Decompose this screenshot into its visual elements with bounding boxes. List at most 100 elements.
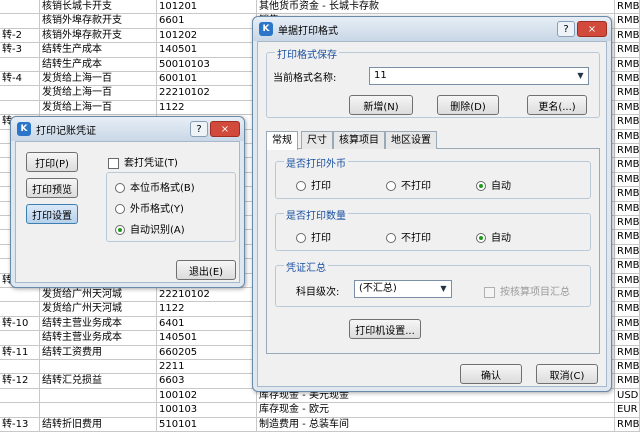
account-level-label: 科目级次: bbox=[296, 287, 340, 298]
radio-indicator bbox=[115, 225, 125, 235]
chevron-down-icon[interactable]: ▼ bbox=[573, 68, 588, 84]
close-button[interactable]: × bbox=[577, 21, 607, 37]
rename-format-button[interactable]: 更名(...) bbox=[527, 95, 587, 115]
foreign-auto-label: 自动 bbox=[491, 181, 511, 192]
table-cell: EUR bbox=[615, 403, 640, 418]
print-settings-button[interactable]: 打印设置 bbox=[26, 204, 78, 224]
table-cell: 核销外埠存款开支 bbox=[40, 28, 157, 43]
app-icon: K bbox=[17, 122, 31, 136]
table-cell: RMB bbox=[617, 115, 640, 130]
table-cell: RMB bbox=[617, 172, 640, 187]
table-cell: RMB bbox=[617, 100, 640, 115]
radio-foreign-currency[interactable]: 外币格式(Y) bbox=[115, 200, 184, 215]
checkbox-box bbox=[484, 286, 495, 298]
table-cell bbox=[0, 86, 40, 101]
qty-print-radio[interactable]: 打印 bbox=[296, 229, 331, 244]
printer-setup-button[interactable]: 打印机设置... bbox=[349, 319, 421, 339]
table-cell: 转-4 bbox=[0, 72, 40, 86]
tab-accounting-items[interactable]: 核算项目 bbox=[333, 131, 385, 149]
radio-indicator bbox=[386, 181, 396, 191]
table-cell bbox=[0, 388, 40, 403]
radio-indicator bbox=[476, 181, 486, 191]
ok-button[interactable]: 确认 bbox=[460, 364, 522, 384]
print-preview-button[interactable]: 打印预览 bbox=[26, 178, 78, 198]
radio-auto-label: 自动识别(A) bbox=[130, 225, 185, 236]
close-button[interactable]: × bbox=[210, 121, 240, 137]
qty-noprint-radio[interactable]: 不打印 bbox=[386, 229, 431, 244]
table-cell bbox=[0, 57, 40, 72]
help-button[interactable]: ? bbox=[557, 21, 575, 37]
table-cell: RMB bbox=[617, 273, 640, 288]
table-cell: RMB bbox=[617, 316, 640, 331]
help-button[interactable]: ? bbox=[190, 121, 208, 137]
table-cell: RMB bbox=[617, 0, 640, 14]
table-cell: 结转生产成本 bbox=[40, 57, 157, 72]
table-cell: RMB bbox=[617, 216, 640, 230]
tab-general[interactable]: 常规 bbox=[266, 131, 298, 150]
table-cell: RMB bbox=[617, 144, 640, 158]
table-cell: USD bbox=[617, 388, 640, 403]
summary-by-item-checkbox[interactable]: 按核算项目汇总 bbox=[484, 283, 570, 298]
cancel-button[interactable]: 取消(C) bbox=[536, 364, 598, 384]
table-cell: RMB bbox=[617, 187, 640, 202]
delete-format-button[interactable]: 删除(D) bbox=[437, 95, 499, 115]
print-format-titlebar: K 单据打印格式 ? × bbox=[253, 17, 611, 41]
tab-region[interactable]: 地区设置 bbox=[385, 131, 437, 149]
print-format-body: 打印格式保存 当前格式名称: 11 ▼ 新增(N) 删除(D) 更名(...) … bbox=[257, 41, 607, 387]
table-cell: RMB bbox=[617, 244, 640, 259]
new-format-button[interactable]: 新增(N) bbox=[349, 95, 413, 115]
table-cell: RMB bbox=[617, 230, 640, 245]
table-cell: RMB bbox=[617, 158, 640, 173]
table-cell: 转-2 bbox=[0, 28, 40, 43]
table-cell: 发货给广州天河城 bbox=[40, 302, 157, 317]
radio-local-currency[interactable]: 本位币格式(B) bbox=[115, 179, 195, 194]
table-cell: 1122 bbox=[157, 302, 257, 317]
format-name-select[interactable]: 11 ▼ bbox=[369, 67, 589, 85]
table-cell: 6601 bbox=[157, 14, 257, 29]
print-voucher-body: 打印(P) 打印预览 打印设置 套打凭证(T) 本位币格式(B) 外币格式(Y)… bbox=[15, 141, 240, 283]
foreign-auto-radio[interactable]: 自动 bbox=[476, 177, 511, 192]
table-cell: 100102 bbox=[157, 388, 257, 403]
radio-indicator bbox=[115, 204, 125, 214]
print-voucher-title: 打印记账凭证 bbox=[36, 125, 96, 137]
table-cell: RMB bbox=[617, 288, 640, 302]
account-level-select[interactable]: (不汇总) ▼ bbox=[354, 280, 452, 298]
summary-by-item-label: 按核算项目汇总 bbox=[500, 287, 570, 298]
radio-indicator bbox=[115, 183, 125, 193]
table-cell bbox=[0, 302, 40, 317]
app-icon: K bbox=[259, 22, 273, 36]
table-row[interactable]: 核销长城卡开支 101201 其他货币资金 - 长城卡存款 RMB bbox=[0, 0, 640, 15]
qty-auto-radio[interactable]: 自动 bbox=[476, 229, 511, 244]
table-cell: 发货给上海一百 bbox=[40, 72, 157, 86]
radio-indicator bbox=[296, 233, 306, 243]
print-foreign-legend: 是否打印外币 bbox=[284, 155, 348, 170]
print-format-dialog: K 单据打印格式 ? × 打印格式保存 当前格式名称: 11 ▼ 新增(N) 删… bbox=[252, 16, 612, 392]
table-cell: 100103 bbox=[157, 403, 257, 418]
exit-button[interactable]: 退出(E) bbox=[176, 260, 236, 280]
table-cell: 6401 bbox=[157, 316, 257, 331]
foreign-print-label: 打印 bbox=[311, 181, 331, 192]
format-save-legend: 打印格式保存 bbox=[275, 46, 339, 61]
tab-size[interactable]: 尺寸 bbox=[301, 131, 333, 149]
overlay-checkbox[interactable]: 套打凭证(T) bbox=[108, 154, 178, 169]
table-row[interactable]: 100103 库存现金 - 欧元 EUR bbox=[0, 403, 640, 418]
table-cell: 发货给上海一百 bbox=[40, 100, 157, 115]
table-cell: RMB bbox=[617, 417, 640, 432]
radio-auto-detect[interactable]: 自动识别(A) bbox=[115, 221, 185, 236]
print-quantity-legend: 是否打印数量 bbox=[284, 207, 348, 222]
table-cell: 转-3 bbox=[0, 43, 40, 58]
table-cell: RMB bbox=[617, 43, 640, 58]
foreign-noprint-radio[interactable]: 不打印 bbox=[386, 177, 431, 192]
foreign-print-radio[interactable]: 打印 bbox=[296, 177, 331, 192]
table-cell bbox=[0, 14, 40, 29]
print-format-title: 单据打印格式 bbox=[278, 25, 338, 37]
table-cell bbox=[0, 100, 40, 115]
table-cell: 结转生产成本 bbox=[40, 43, 157, 58]
table-cell: RMB bbox=[617, 14, 640, 29]
print-button[interactable]: 打印(P) bbox=[26, 152, 78, 172]
table-cell: 核销外埠存款开支 bbox=[40, 14, 157, 29]
chevron-down-icon[interactable]: ▼ bbox=[436, 281, 451, 297]
table-cell: 发货给上海一百 bbox=[40, 86, 157, 101]
table-cell: 660205 bbox=[157, 345, 257, 360]
table-cell bbox=[0, 331, 40, 346]
